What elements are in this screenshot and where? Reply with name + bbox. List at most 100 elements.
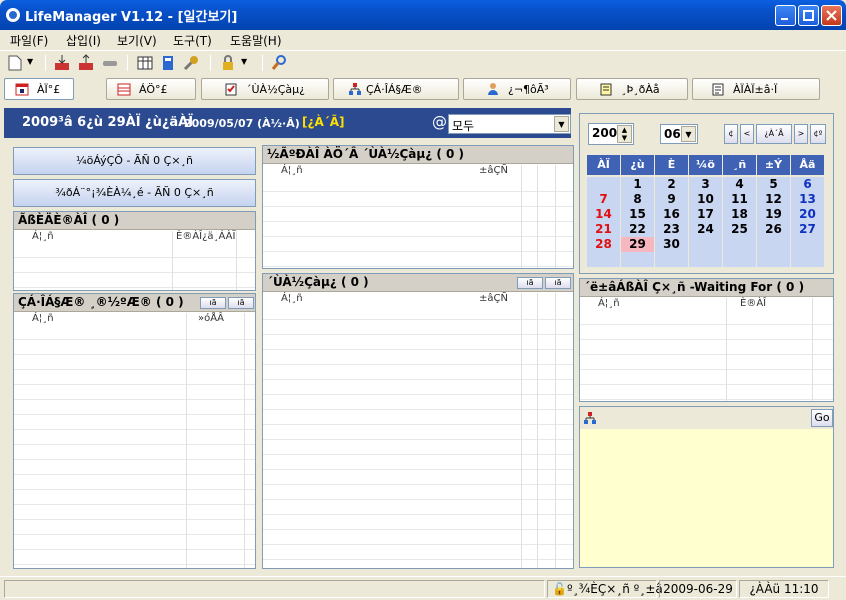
calendar-day[interactable]: 28 (587, 237, 620, 252)
calendar-day[interactable]: 17 (689, 207, 722, 222)
calendar-day[interactable]: 16 (655, 207, 688, 222)
list-grid[interactable] (14, 325, 255, 568)
calendar-day[interactable]: 13 (791, 192, 824, 207)
tab-memo[interactable]: ¸Þ¸ðÀå (576, 78, 688, 100)
calendar-day[interactable]: 4 (723, 177, 756, 192)
dropdown-arrow-icon[interactable]: ▼ (27, 57, 33, 66)
calendar-day[interactable]: 15 (621, 207, 654, 222)
menu-tools[interactable]: 도구(T) (173, 32, 212, 49)
column-header[interactable]: È®ÀÎ¿ä¸ÁÀÏ (176, 231, 235, 242)
tab-contacts[interactable]: ¿¬¶ôÃ³ (463, 78, 571, 100)
export-icon[interactable] (77, 54, 95, 72)
list-grid[interactable] (580, 310, 833, 401)
calendar-day[interactable]: 1 (621, 177, 654, 192)
calendar-day[interactable]: 30 (655, 237, 688, 252)
chevron-down-icon[interactable]: ▼ (681, 126, 696, 142)
calendar-day[interactable]: 8 (621, 192, 654, 207)
list-grid[interactable] (14, 243, 255, 290)
calendar-day[interactable]: 5 (757, 177, 790, 192)
spin-arrows-icon[interactable]: ▲ ▼ (617, 125, 632, 143)
calendar-day[interactable]: 18 (723, 207, 756, 222)
column-divider (521, 165, 522, 268)
next-year-button[interactable]: ¢º (810, 124, 826, 144)
prev-month-button[interactable]: < (740, 124, 754, 144)
column-header[interactable]: Á¦¸ñ (281, 165, 303, 176)
menu-file[interactable]: 파일(F) (10, 32, 48, 49)
expand-button[interactable]: ıã (517, 277, 543, 289)
calendar-day[interactable]: 19 (757, 207, 790, 222)
calendar-day[interactable]: 3 (689, 177, 722, 192)
minimize-button[interactable] (775, 5, 796, 26)
calendar-day[interactable]: 2 (655, 177, 688, 192)
tab-daily[interactable]: ÀÏ°£ (4, 78, 74, 100)
close-button[interactable] (821, 5, 842, 26)
calendar-day[interactable]: 20 (791, 207, 824, 222)
new-icon[interactable] (6, 54, 24, 72)
book-icon[interactable] (159, 54, 177, 72)
column-header[interactable]: ±âÇÑ (479, 165, 508, 176)
wrench-icon[interactable] (182, 54, 200, 72)
table-icon[interactable] (136, 54, 154, 72)
someday-button[interactable]: ¾ðÁ¨°¡¾ÈÀ¼¸é - ÃÑ 0 Ç×¸ñ (13, 179, 256, 207)
calendar-day[interactable]: 12 (757, 192, 790, 207)
calendar-day[interactable]: 29 (621, 237, 654, 252)
column-header[interactable]: Á¦¸ñ (281, 293, 303, 304)
notes-textarea[interactable] (580, 429, 833, 567)
inbox-button[interactable]: ¼öÁýÇÔ - ÃÑ 0 Ç×¸ñ (13, 147, 256, 175)
menu-insert[interactable]: 삽입(I) (66, 32, 101, 49)
column-header[interactable]: »óÅÂ (198, 313, 224, 324)
maximize-button[interactable] (798, 5, 819, 26)
calendar-day[interactable]: 14 (587, 207, 620, 222)
column-header[interactable]: ±âÇÑ (479, 293, 508, 304)
tab-weekly[interactable]: ÁÖ°£ (106, 78, 196, 100)
chevron-down-icon[interactable]: ▼ (554, 116, 569, 132)
calendar-day[interactable]: 21 (587, 222, 620, 237)
calendar-day[interactable]: 26 (757, 222, 790, 237)
collapse-button[interactable]: ıã (545, 277, 571, 289)
weekday-header: ¿ù (621, 155, 654, 175)
calendar-day[interactable]: 25 (723, 222, 756, 237)
column-header[interactable]: Á¦¸ñ (598, 298, 620, 309)
calendar-day[interactable]: 11 (723, 192, 756, 207)
column-header[interactable]: Á¦¸ñ (32, 313, 54, 324)
column-divider (555, 165, 556, 268)
calendar-day[interactable]: 27 (791, 222, 824, 237)
eraser-icon[interactable] (101, 54, 119, 72)
calendar-empty-cell (689, 237, 722, 252)
collapse-button[interactable]: ıã (228, 297, 254, 309)
calendar-day[interactable]: 22 (621, 222, 654, 237)
year-spinner[interactable]: 2009 ▲ ▼ (588, 123, 634, 145)
calendar-empty-cell (587, 177, 620, 192)
calendar-day[interactable]: 6 (791, 177, 824, 192)
list-grid[interactable] (263, 305, 573, 568)
calendar-day[interactable]: 23 (655, 222, 688, 237)
context-filter-select[interactable]: 모두 ▼ (448, 114, 571, 134)
tab-label: ÇÁ·ÎÁ§Æ® (366, 83, 423, 96)
prev-year-button[interactable]: ¢ (724, 124, 738, 144)
tab-next-actions[interactable]: ´ÙÀ½Çàµ¿ (201, 78, 329, 100)
waiting-for-panel: ´ë±âÁßÀÎ Ç×¸ñ -Waiting For ( 0 ) Á¦¸ñ È®… (579, 278, 834, 402)
column-header[interactable]: Á¦¸ñ (32, 231, 54, 242)
calendar-day[interactable]: 24 (689, 222, 722, 237)
go-button[interactable]: Go (811, 409, 833, 427)
weekday-header: ¸ñ (723, 155, 756, 175)
list-grid[interactable] (263, 177, 573, 268)
calendar-day[interactable]: 7 (587, 192, 620, 207)
today-link[interactable]: [¿À´Ã] (302, 115, 345, 129)
search-icon[interactable] (270, 54, 288, 72)
menu-view[interactable]: 보기(V) (117, 32, 157, 49)
column-header[interactable]: È®ÀÎ (740, 298, 766, 309)
month-select[interactable]: 06 ▼ (660, 124, 698, 144)
import-icon[interactable] (53, 54, 71, 72)
today-button[interactable]: ¿À´Ã (756, 124, 792, 144)
tab-projects[interactable]: ÇÁ·ÎÁ§Æ® (333, 78, 459, 100)
dropdown-arrow-icon[interactable]: ▼ (241, 57, 247, 66)
tab-journal[interactable]: ÀÏÀÏ±â·Ï (692, 78, 820, 100)
date-header: 2009³â 6¿ù 29ÀÏ ¿ù¿äÀÏ 2009/05/07 (À½·Â)… (4, 108, 571, 138)
calendar-day[interactable]: 9 (655, 192, 688, 207)
next-month-button[interactable]: > (794, 124, 808, 144)
lock-icon[interactable] (219, 54, 237, 72)
menu-help[interactable]: 도움말(H) (230, 32, 282, 49)
expand-button[interactable]: ıã (200, 297, 226, 309)
calendar-day[interactable]: 10 (689, 192, 722, 207)
